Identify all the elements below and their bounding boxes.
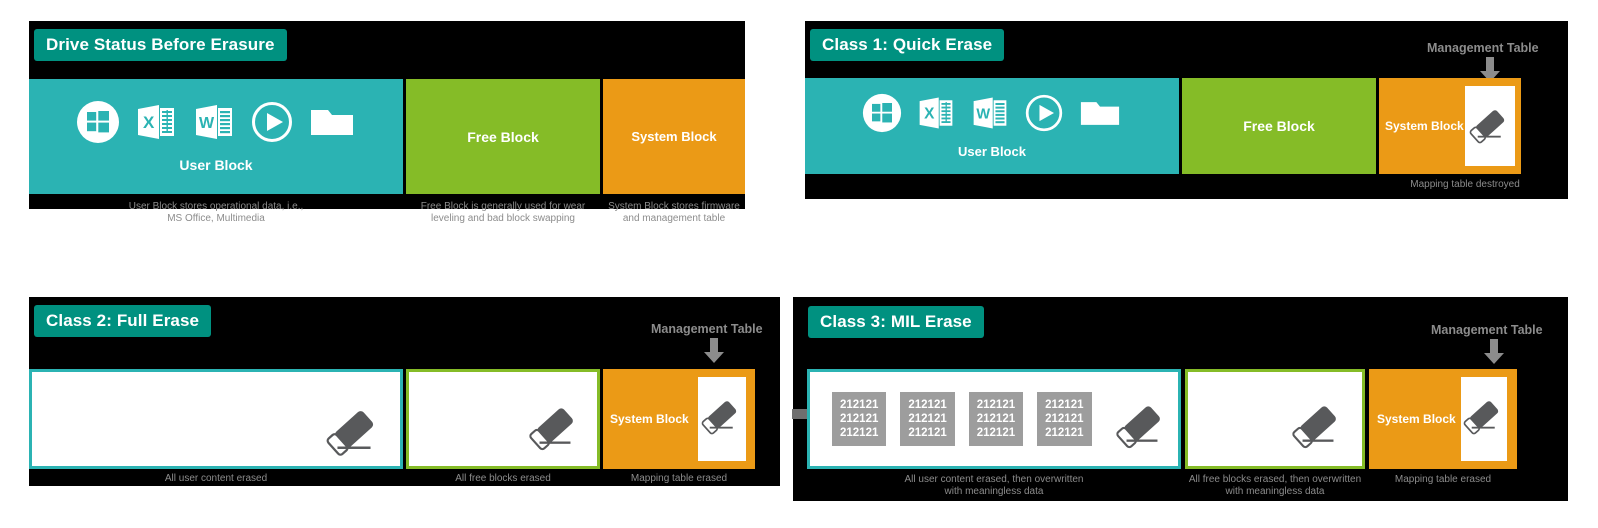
user-block-caption: All user content erased, then overwritte…: [904, 474, 1084, 497]
free-block-caption: All free blocks erased: [455, 473, 551, 484]
management-table-arrow-icon: [1483, 339, 1505, 370]
user-block-content: X W User Block: [29, 100, 403, 173]
panel-title: Class 1: Quick Erase: [822, 35, 993, 54]
system-block[interactable]: System Block: [603, 369, 755, 469]
word-icon: W: [192, 100, 236, 149]
panel-class-1-quick-erase: Class 1: Quick Erase Management Table X …: [805, 21, 1568, 199]
svg-text:X: X: [143, 113, 155, 132]
panel-drive-status-before-erasure: Drive Status Before Erasure X W User Blo…: [29, 21, 745, 224]
data-chip: 212121 212121 212121: [832, 391, 887, 447]
windows-icon: [862, 93, 902, 138]
management-table-card: [1465, 86, 1515, 166]
system-block[interactable]: System Block: [1369, 369, 1517, 469]
data-chip: 212121 212121 212121: [1037, 391, 1092, 447]
folder-icon: [308, 100, 356, 149]
management-table-card: [1461, 377, 1507, 461]
eraser-icon: [699, 393, 745, 444]
free-block-label: Free Block: [467, 128, 539, 145]
system-block[interactable]: System Block: [603, 79, 745, 194]
media-player-icon: [1024, 93, 1064, 138]
panel-title-badge: Class 2: Full Erase: [34, 305, 212, 337]
excel-icon: X: [134, 100, 178, 149]
eraser-icon: [1467, 102, 1513, 153]
user-block-label: User Block: [958, 144, 1026, 159]
panel-title-badge: Class 3: MIL Erase: [808, 306, 984, 338]
management-table-arrow-icon: [703, 338, 725, 369]
management-table-annotation: Management Table: [651, 322, 763, 336]
excel-icon: X: [916, 93, 956, 138]
block-row: 212121 212121 212121 212121 212121 21212…: [807, 369, 1517, 469]
system-block-label: System Block: [631, 129, 717, 144]
user-block[interactable]: X W User Block: [29, 79, 403, 194]
panel-title-badge: Drive Status Before Erasure: [34, 29, 287, 61]
panel-class-2-full-erase: Class 2: Full Erase Management Table Sys…: [29, 297, 780, 486]
svg-text:W: W: [199, 115, 215, 132]
panel-title: Class 2: Full Erase: [46, 311, 200, 330]
word-icon: W: [970, 93, 1010, 138]
user-block-label: User Block: [179, 157, 253, 173]
folder-icon: [1078, 93, 1122, 138]
free-block-caption: All free blocks erased, then overwritten…: [1188, 474, 1362, 497]
user-block[interactable]: 212121 212121 212121 212121 212121 21212…: [807, 369, 1181, 469]
data-chip: 212121 212121 212121: [900, 391, 955, 447]
management-table-card: [698, 377, 746, 461]
free-block[interactable]: Free Block: [406, 79, 600, 194]
windows-icon: [76, 100, 120, 149]
free-block-label: Free Block: [1243, 118, 1315, 134]
system-block-label: System Block: [610, 412, 689, 426]
free-block-caption: Free Block is generally used for wear le…: [420, 201, 586, 224]
user-block-caption: All user content erased: [164, 473, 268, 484]
block-row: System Block: [29, 369, 755, 469]
user-block[interactable]: X W User Block: [805, 78, 1179, 174]
system-block-label: System Block: [1377, 412, 1456, 426]
data-chip: 212121 212121 212121: [968, 391, 1024, 447]
svg-text:X: X: [924, 105, 935, 122]
app-icon-row: X W: [855, 93, 1129, 138]
eraser-icon: [1461, 393, 1507, 444]
system-block[interactable]: System Block: [1379, 78, 1521, 174]
media-player-icon: [250, 100, 294, 149]
eraser-icon: [525, 398, 585, 461]
block-row: X W User Block Free Block System Block: [29, 79, 745, 194]
free-block[interactable]: [406, 369, 600, 469]
system-block-caption: Mapping table erased: [1394, 474, 1492, 485]
app-icon-row: X W: [69, 100, 363, 149]
free-block[interactable]: [1185, 369, 1365, 469]
system-block-label: System Block: [1385, 119, 1464, 133]
eraser-icon: [322, 400, 386, 467]
panel-title: Class 3: MIL Erase: [820, 312, 972, 331]
user-block-caption: User Block stores operational data, i.e.…: [128, 201, 304, 224]
eraser-icon: [1112, 396, 1172, 459]
eraser-icon: [1288, 396, 1348, 459]
panel-title: Drive Status Before Erasure: [46, 35, 275, 54]
panel-class-3-mil-erase: Class 3: MIL Erase Management Table 2121…: [792, 297, 1568, 501]
system-block-caption: Mapping table erased: [630, 473, 728, 484]
user-block-content: X W User Block: [805, 93, 1179, 159]
panel-title-badge: Class 1: Quick Erase: [810, 29, 1005, 61]
user-block[interactable]: [29, 369, 403, 469]
svg-text:W: W: [976, 106, 990, 122]
free-block[interactable]: Free Block: [1182, 78, 1376, 174]
system-block-caption: System Block stores firmware and managem…: [608, 201, 740, 224]
diagram-canvas: Drive Status Before Erasure X W User Blo…: [0, 0, 1598, 528]
system-block-caption: Mapping table destroyed: [1410, 179, 1520, 190]
block-row: X W User Block Free Block System Block: [805, 78, 1521, 174]
management-table-annotation: Management Table: [1431, 323, 1543, 337]
management-table-annotation: Management Table: [1427, 41, 1539, 55]
